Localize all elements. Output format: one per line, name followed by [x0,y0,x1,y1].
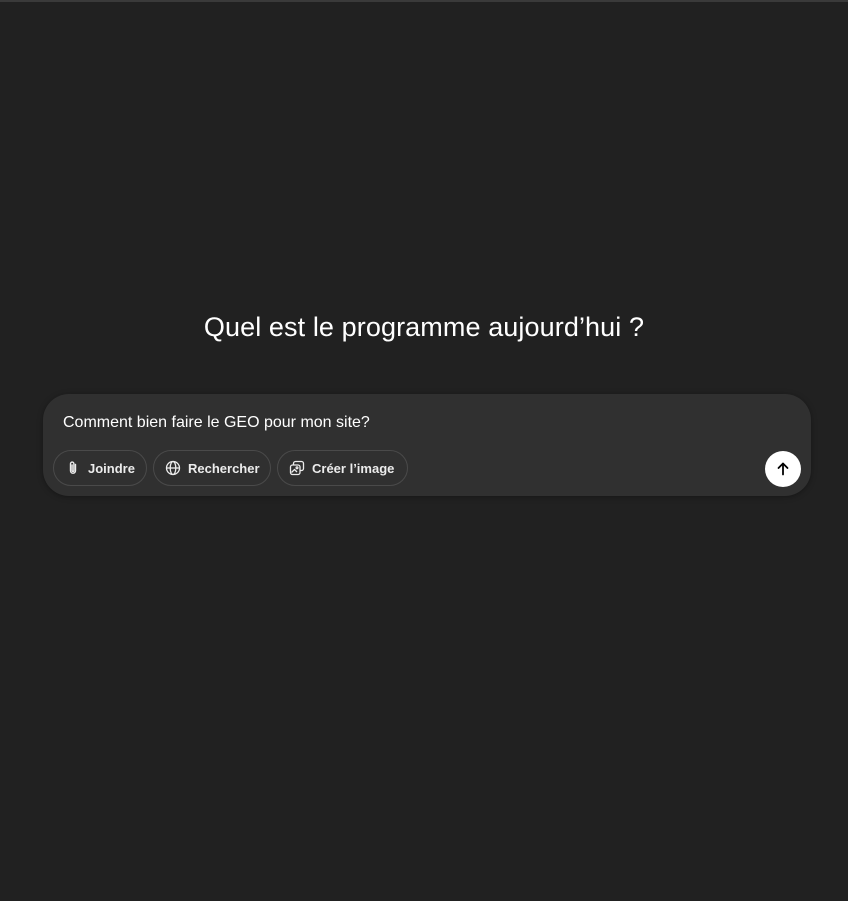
chat-composer: Comment bien faire le GEO pour mon site?… [43,394,811,496]
arrow-up-icon [777,462,789,476]
prompt-input[interactable]: Comment bien faire le GEO pour mon site? [63,414,370,432]
search-button[interactable]: Rechercher [153,450,271,486]
search-label: Rechercher [188,460,260,476]
send-button[interactable] [765,451,801,487]
attach-button[interactable]: Joindre [53,450,147,486]
create-image-button[interactable]: Créer l’image [277,450,408,486]
page-title: Quel est le programme aujourd’hui ? [203,312,645,342]
create-image-label: Créer l’image [312,460,395,476]
window-top-border [0,0,848,2]
attach-label: Joindre [88,460,135,476]
globe-icon [165,460,181,476]
paperclip-icon [65,460,81,476]
image-icon [289,460,305,476]
